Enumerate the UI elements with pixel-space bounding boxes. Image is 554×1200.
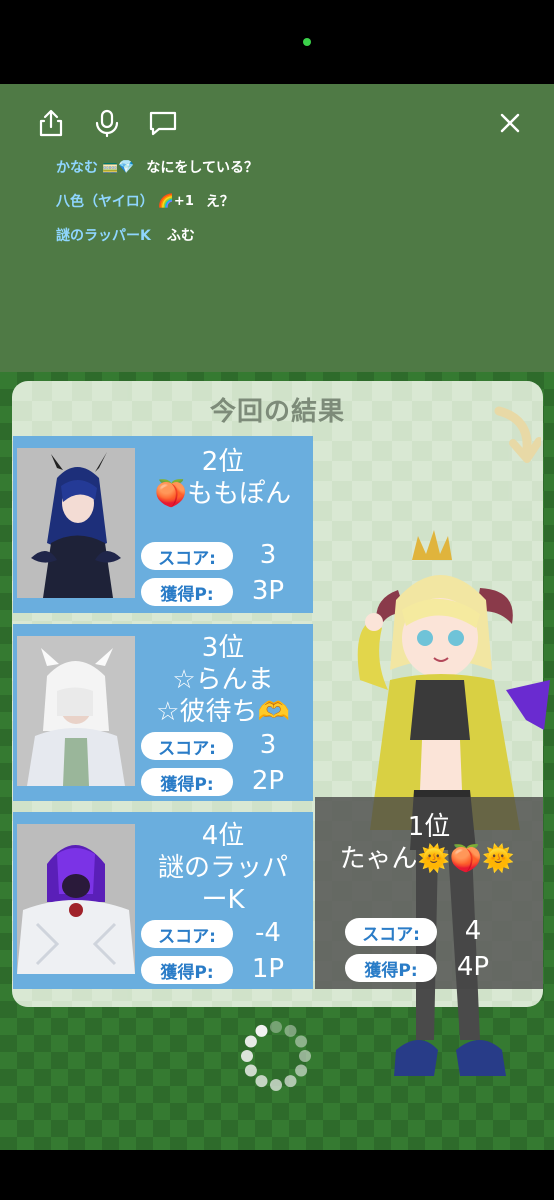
points-value: 3P — [251, 576, 285, 606]
status-bar — [0, 0, 554, 84]
spinner-dot — [244, 1035, 257, 1048]
points-label: 獲得P: — [141, 768, 233, 796]
spinner-dot — [295, 1064, 308, 1077]
chat-username[interactable]: 謎のラッパーK — [56, 225, 151, 245]
player-name-line2: ーK — [201, 885, 245, 915]
chat-message: 八色（ヤイロ） 🌈+1 え？ — [56, 184, 258, 218]
avatar — [17, 636, 135, 786]
points-value: 4P — [456, 952, 490, 982]
spinner-dot — [270, 1079, 282, 1091]
rank-card-4: 4位 謎のラッパ ーK スコア: -4 獲得P: 1P — [13, 812, 313, 989]
chat-badge: 🌈+1 — [157, 193, 194, 209]
spinner-dot — [284, 1024, 297, 1037]
chat-message: 謎のラッパーK ふむ — [56, 218, 258, 252]
rank-card-3: 3位 ☆らんま ☆彼待ち🫶 スコア: 3 獲得P: 2P — [13, 624, 313, 801]
spinner-dot — [299, 1050, 311, 1062]
chat-message: かなむ 🚃💎 なにをしている？ — [56, 150, 258, 184]
results-title: 今回の結果 — [209, 397, 345, 427]
avatar — [17, 448, 135, 598]
chat-badge: 🚃💎 — [102, 159, 135, 175]
player-name: たゃん🌞🍑🌞 — [339, 844, 515, 874]
spinner-dot — [284, 1075, 297, 1088]
points-label: 獲得P: — [141, 578, 233, 606]
points-value: 1P — [251, 954, 285, 984]
chat-username[interactable]: かなむ — [56, 157, 98, 177]
avatar — [17, 824, 135, 974]
microphone-icon[interactable] — [92, 108, 122, 138]
score-label: スコア: — [141, 542, 233, 570]
player-name: ☆らんま — [172, 665, 274, 695]
chat-username[interactable]: 八色（ヤイロ） — [56, 191, 154, 211]
score-label: スコア: — [345, 918, 437, 946]
score-value: 4 — [464, 916, 482, 946]
spinner-dot — [244, 1064, 257, 1077]
points-label: 獲得P: — [141, 956, 233, 984]
score-value: 3 — [259, 540, 277, 570]
rank-label: 2位 — [201, 447, 245, 477]
bottom-bar — [0, 1150, 554, 1200]
rank-card-1: 1位 たゃん🌞🍑🌞 スコア: 4 獲得P: 4P — [315, 797, 543, 989]
spinner-dot — [270, 1021, 282, 1033]
spinner-dot — [241, 1050, 253, 1062]
comment-icon[interactable] — [148, 108, 178, 138]
spinner-dot — [295, 1035, 308, 1048]
share-icon[interactable] — [36, 108, 66, 138]
camera-indicator-dot — [303, 38, 311, 46]
chat-text: え？ — [205, 194, 234, 210]
player-name-line2: ☆彼待ち🫶 — [156, 697, 290, 727]
spinner-dot — [255, 1024, 268, 1037]
player-name: 🍑ももぽん — [154, 479, 292, 509]
rank-label: 3位 — [201, 633, 245, 663]
player-name: 謎のラッパ — [157, 853, 288, 883]
points-label: 獲得P: — [345, 954, 437, 982]
loading-spinner-icon — [241, 1021, 311, 1091]
chat-text: ふむ — [166, 228, 195, 244]
curved-arrow-icon — [494, 406, 541, 463]
rank-card-2: 2位 🍑ももぽん スコア: 3 獲得P: 3P — [13, 436, 313, 613]
rank-label: 4位 — [201, 821, 245, 851]
rank-label: 1位 — [407, 812, 451, 842]
score-label: スコア: — [141, 732, 233, 760]
chat-list: かなむ 🚃💎 なにをしている？ 八色（ヤイロ） 🌈+1 え？ 謎のラッパーK ふ… — [56, 150, 258, 252]
points-value: 2P — [251, 766, 285, 796]
chat-text: なにをしている？ — [146, 160, 258, 176]
spinner-dot — [255, 1075, 268, 1088]
score-value: 3 — [259, 730, 277, 760]
score-value: -4 — [255, 918, 281, 948]
close-icon[interactable] — [495, 108, 525, 138]
score-label: スコア: — [141, 920, 233, 948]
